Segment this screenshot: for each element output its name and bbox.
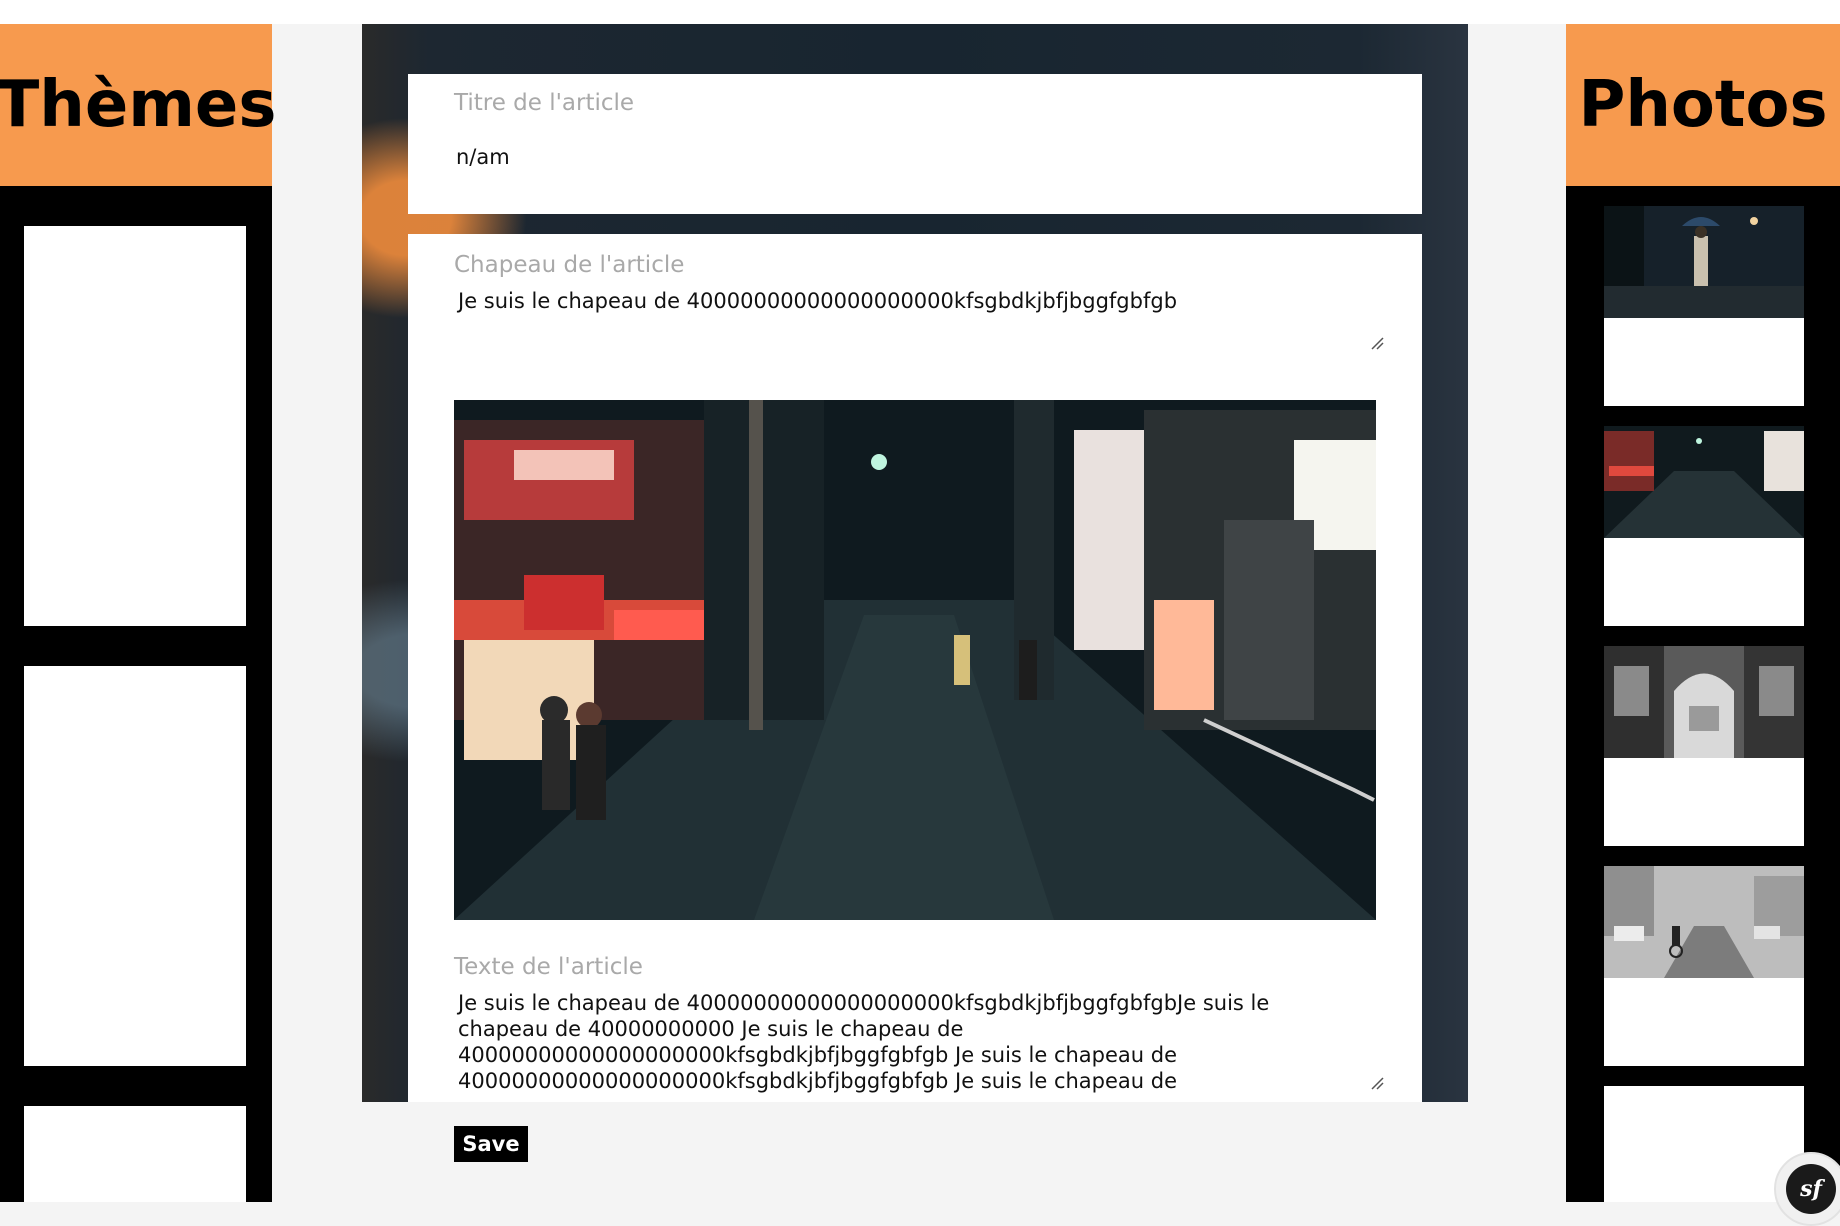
theme-card-2[interactable] xyxy=(24,666,246,1066)
theme-card-3[interactable] xyxy=(24,1106,246,1202)
themes-title: Thèmes xyxy=(0,68,277,142)
top-strip xyxy=(0,0,1840,24)
symfony-logo-icon: sf xyxy=(1786,1164,1836,1214)
photo-thumbnail-3[interactable] xyxy=(1604,646,1804,758)
lead-resize-icon[interactable] xyxy=(1370,336,1384,350)
save-button[interactable]: Save xyxy=(454,1126,528,1162)
photos-title: Photos xyxy=(1578,68,1828,142)
photo-thumbnail-1[interactable] xyxy=(1604,206,1804,318)
title-label: Titre de l'article xyxy=(454,90,635,116)
photo-thumbnail-2[interactable] xyxy=(1604,426,1804,538)
title-card: Titre de l'article n/am xyxy=(408,74,1422,214)
photos-sidebar: Photos xyxy=(1566,24,1840,1202)
body-textarea[interactable]: Je suis le chapeau de 400000000000000000… xyxy=(458,990,1338,1094)
body-resize-icon[interactable] xyxy=(1370,1076,1384,1090)
lead-textarea[interactable]: Je suis le chapeau de 400000000000000000… xyxy=(458,288,1378,314)
article-main-image xyxy=(454,400,1376,920)
themes-sidebar: Thèmes xyxy=(0,24,276,1202)
body-label: Texte de l'article xyxy=(454,954,643,980)
photos-header: Photos xyxy=(1566,24,1840,186)
theme-card-1[interactable] xyxy=(24,226,246,626)
photo-card-3[interactable] xyxy=(1604,646,1804,846)
photo-thumbnail-4[interactable] xyxy=(1604,866,1804,978)
lead-label: Chapeau de l'article xyxy=(454,252,685,278)
themes-header: Thèmes xyxy=(0,24,276,186)
symfony-label: sf xyxy=(1800,1176,1822,1202)
photo-card-1[interactable] xyxy=(1604,206,1804,406)
photo-card-2[interactable] xyxy=(1604,426,1804,626)
title-input[interactable]: n/am xyxy=(456,144,1396,170)
photo-card-4[interactable] xyxy=(1604,866,1804,1066)
symfony-toolbar-badge[interactable]: sf xyxy=(1774,1152,1840,1226)
